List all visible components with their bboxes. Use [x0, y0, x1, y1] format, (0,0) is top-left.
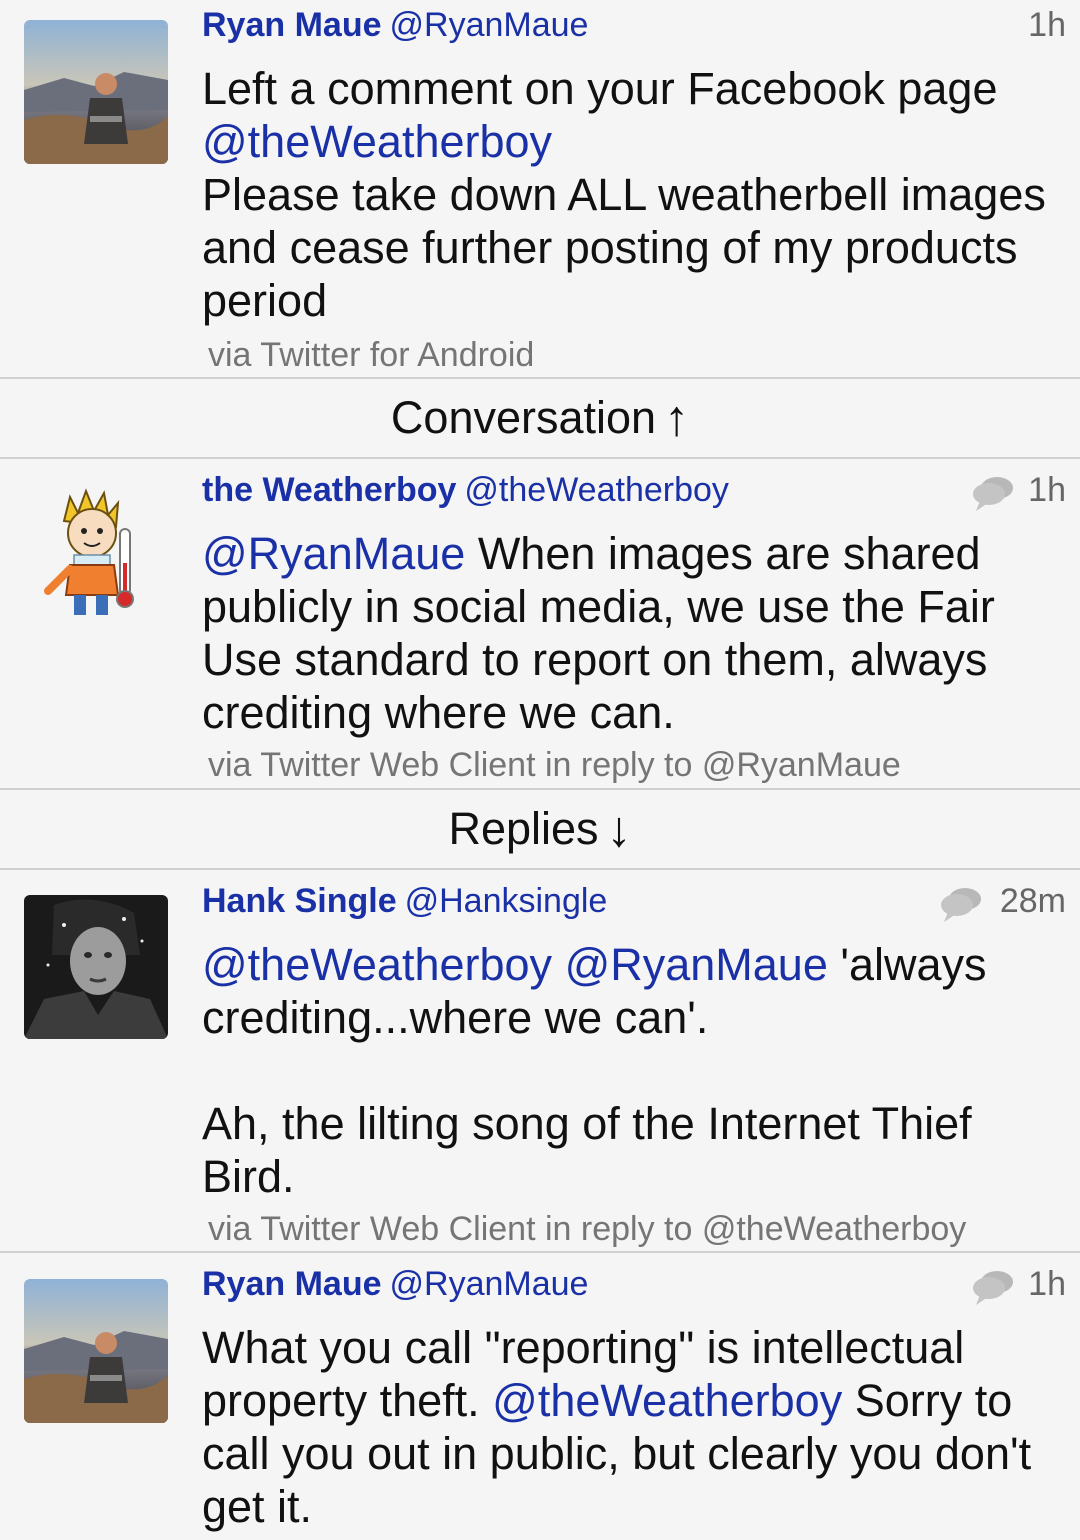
avatar-ryanmaue-image	[24, 1279, 168, 1423]
replies-section-header[interactable]: Replies ↓	[0, 790, 1080, 868]
tweet-ryanmaue-1[interactable]: Ryan Maue @RyanMaue 1h Left a comment on …	[0, 0, 1080, 377]
author-handle[interactable]: @RyanMaue	[390, 6, 589, 44]
conversation-bubble-icon	[941, 888, 981, 922]
avatar-hanksingle[interactable]	[24, 895, 168, 1039]
arrow-down-icon: ↓	[606, 801, 632, 857]
mention-link[interactable]: @RyanMaue	[202, 528, 465, 579]
tweet-timestamp: 28m	[999, 882, 1066, 920]
arrow-up-icon: ↑	[664, 390, 690, 446]
avatar-hanksingle-image	[24, 895, 168, 1039]
avatar-ryanmaue[interactable]	[24, 20, 168, 164]
tweet-header: Ryan Maue @RyanMaue 1h	[202, 6, 1066, 56]
avatar-theweatherboy-image	[24, 479, 168, 623]
mention-link[interactable]: @RyanMaue	[565, 939, 828, 990]
author-name[interactable]: the Weatherboy	[202, 471, 456, 509]
avatar-theweatherboy[interactable]	[24, 479, 168, 623]
avatar-ryanmaue-image	[24, 20, 168, 164]
tweet-body: @RyanMaue When images are shared publicl…	[202, 527, 1062, 739]
mention-link[interactable]: @theWeatherboy	[492, 1375, 842, 1426]
tweet-text	[552, 939, 565, 990]
tweet-body: @theWeatherboy @RyanMaue 'always crediti…	[202, 938, 1062, 1203]
author-handle[interactable]: @theWeatherboy	[464, 471, 728, 509]
tweet-text: Ah, the lilting song of the Internet Thi…	[202, 1098, 972, 1202]
tweet-timestamp: 1h	[1028, 471, 1066, 509]
conversation-section-header[interactable]: Conversation ↑	[0, 379, 1080, 457]
tweet-timestamp: 1h	[1028, 1265, 1066, 1303]
author-name[interactable]: Hank Single	[202, 882, 397, 920]
tweet-ryanmaue-2[interactable]: Ryan Maue @RyanMaue 1h What you call "rep…	[0, 1253, 1080, 1540]
replies-label: Replies	[448, 803, 599, 854]
tweet-body: What you call "reporting" is intellectua…	[202, 1321, 1062, 1533]
conversation-label: Conversation	[390, 392, 657, 443]
tweet-header: Hank Single @Hanksingle 28m	[202, 882, 1066, 932]
tweet-source: via Twitter Web Client in reply to @Ryan…	[208, 746, 901, 784]
tweet-source: via Twitter for Android	[208, 336, 535, 374]
tweet-header: Ryan Maue @RyanMaue 1h	[202, 1265, 1066, 1315]
tweet-timestamp: 1h	[1028, 6, 1066, 44]
tweet-text: Left a comment on your Facebook page	[202, 63, 998, 114]
avatar-ryanmaue[interactable]	[24, 1279, 168, 1423]
mention-link[interactable]: @theWeatherboy	[202, 116, 552, 167]
tweet-body: Left a comment on your Facebook page @th…	[202, 62, 1062, 327]
conversation-bubble-icon	[973, 1271, 1013, 1305]
tweet-theweatherboy[interactable]: the Weatherboy @theWeatherboy 1h @RyanMau…	[0, 459, 1080, 788]
tweet-hanksingle[interactable]: Hank Single @Hanksingle 28m @theWeatherbo…	[0, 870, 1080, 1251]
author-handle[interactable]: @RyanMaue	[390, 1265, 589, 1303]
mention-link[interactable]: @theWeatherboy	[202, 939, 552, 990]
tweet-source: via Twitter Web Client in reply to @theW…	[208, 1210, 967, 1248]
conversation-bubble-icon	[973, 477, 1013, 511]
tweet-header: the Weatherboy @theWeatherboy 1h	[202, 471, 1066, 521]
tweet-text: Please take down ALL weatherbell images …	[202, 169, 1046, 326]
author-name[interactable]: Ryan Maue	[202, 1265, 382, 1303]
author-handle[interactable]: @Hanksingle	[405, 882, 608, 920]
author-name[interactable]: Ryan Maue	[202, 6, 382, 44]
